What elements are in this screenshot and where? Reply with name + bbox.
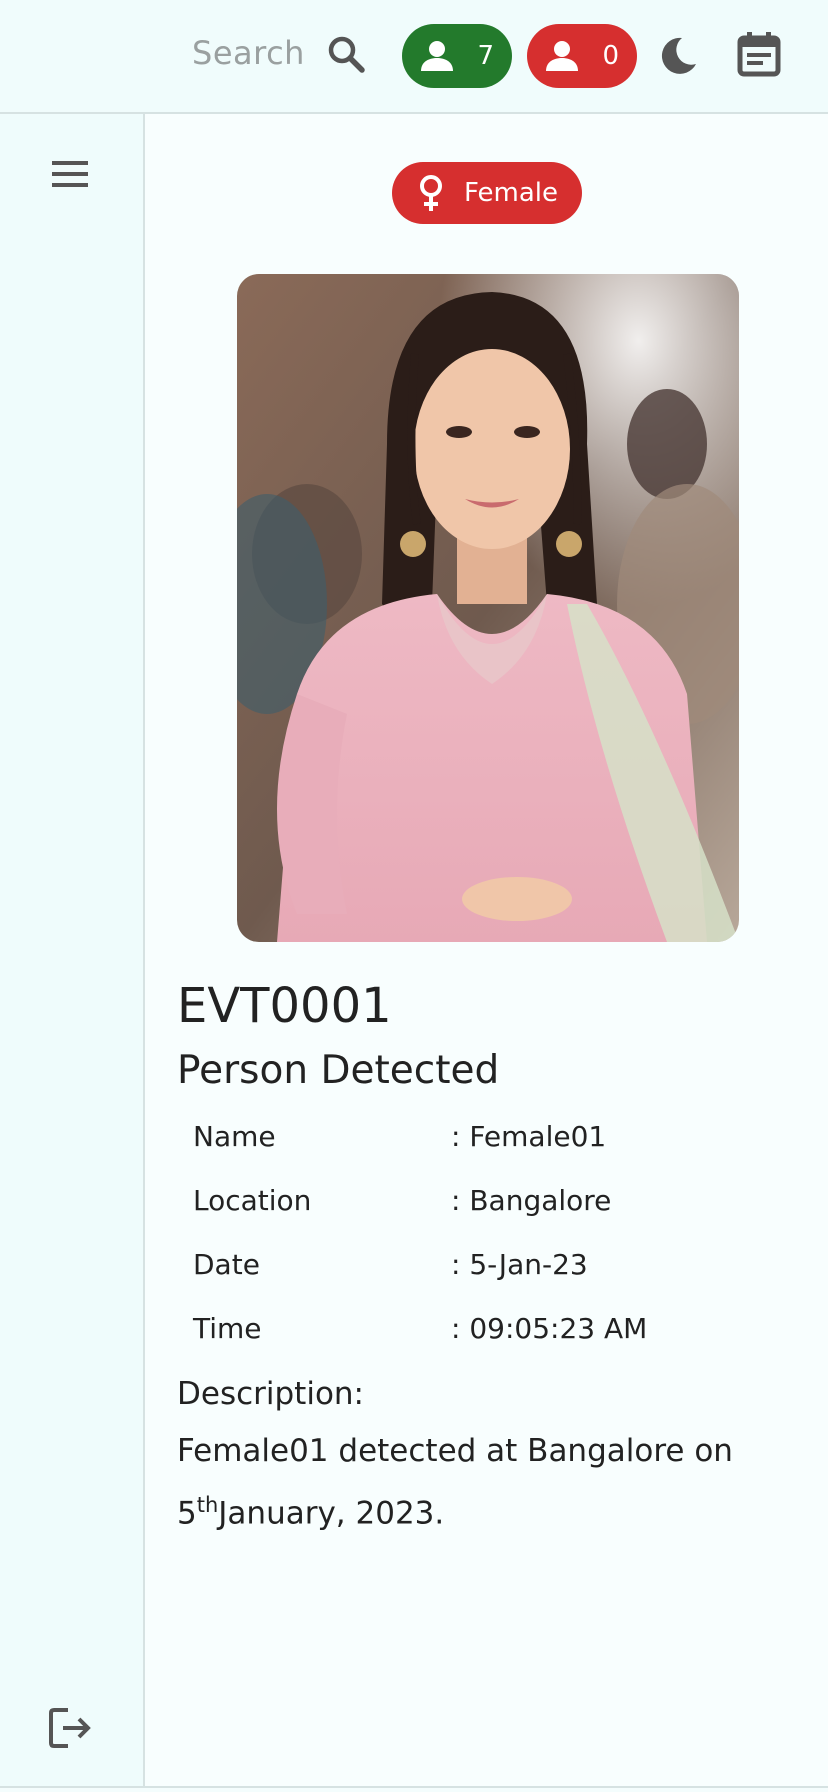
detail-label: Location: [193, 1184, 312, 1217]
description-day-suffix: th: [196, 1493, 219, 1517]
absent-count: 0: [602, 41, 619, 71]
detail-row-time: Time : 09:05:23 AM: [193, 1302, 793, 1366]
present-count-badge[interactable]: 7: [402, 24, 512, 88]
person-icon: [421, 41, 453, 71]
detail-row-name: Name : Female01: [193, 1110, 793, 1174]
event-id: EVT0001: [177, 978, 392, 1034]
event-detail-panel: Female EVT0001 Person Detected Name: Fe…: [145, 114, 828, 1786]
logout-icon[interactable]: [46, 1704, 94, 1752]
search-icon[interactable]: [326, 34, 366, 74]
calendar-icon[interactable]: [736, 30, 782, 78]
description-label: Description:: [177, 1376, 364, 1412]
detail-value: : 09:05:23 AM: [451, 1312, 648, 1345]
description-line: Female01 detected at Bangalore on: [177, 1433, 733, 1469]
event-details: Name : Female01 Location : Bangalore Dat…: [193, 1110, 793, 1366]
top-bar: Search 7 0: [0, 0, 828, 114]
person-photo: [237, 274, 739, 942]
person-icon: [546, 41, 578, 71]
sidebar: [0, 114, 145, 1786]
description-rest: January, 2023.: [218, 1495, 445, 1532]
detail-label: Date: [193, 1248, 260, 1281]
search-input[interactable]: Search: [192, 34, 305, 72]
detail-label: Time: [193, 1312, 262, 1345]
moon-icon[interactable]: [656, 34, 700, 78]
detail-value: : 5-Jan-23: [451, 1248, 588, 1281]
description-text: Female01 detected at Bangalore on 5thJan…: [177, 1424, 797, 1540]
event-title: Person Detected: [177, 1048, 500, 1093]
gender-badge: Female: [392, 162, 582, 224]
gender-label: Female: [463, 178, 558, 208]
detail-row-date: Date : 5-Jan-23: [193, 1238, 793, 1302]
absent-count-badge[interactable]: 0: [527, 24, 637, 88]
present-count: 7: [477, 41, 494, 71]
description-day: 5: [177, 1495, 197, 1532]
detail-label: Name: [193, 1120, 276, 1153]
bottom-border: [0, 1786, 828, 1788]
detail-row-location: Location : Bangalore: [193, 1174, 793, 1238]
detail-value: : Female01: [451, 1120, 607, 1153]
hamburger-menu-icon[interactable]: [48, 154, 92, 194]
detail-value: : Bangalore: [451, 1184, 612, 1217]
female-icon: [419, 175, 442, 211]
